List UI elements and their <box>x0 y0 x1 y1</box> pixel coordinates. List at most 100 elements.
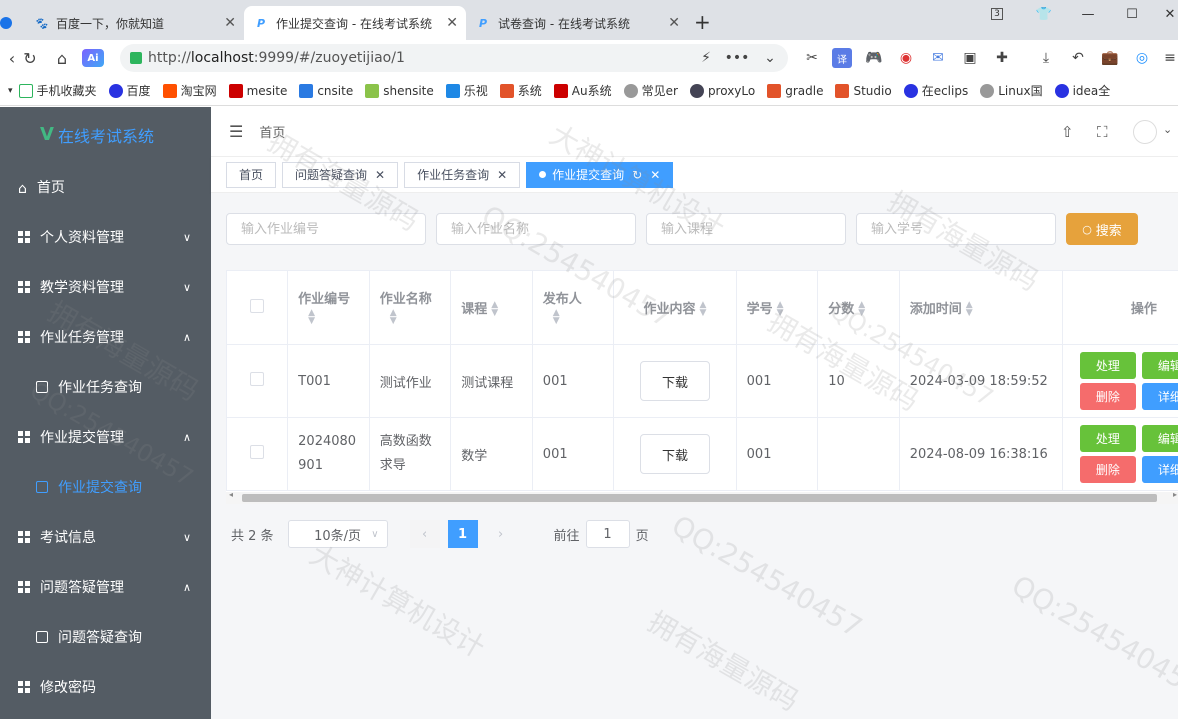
close-icon[interactable]: ✕ <box>497 168 507 182</box>
browser-tab-baidu[interactable]: 🐾 百度一下，你就知道 ✕ <box>24 6 244 40</box>
sidebar-item-qa[interactable]: 问题答疑管理 ∧ <box>0 562 211 612</box>
column-header[interactable]: 发布人 ▲ ▼ <box>531 270 615 345</box>
column-header[interactable]: 分数 ▲ ▼ <box>817 270 900 345</box>
bookmark-item[interactable]: 乐视 <box>445 82 488 99</box>
tag-qa-query[interactable]: 问题答疑查询 ✕ <box>282 161 399 188</box>
row-checkbox[interactable] <box>250 372 265 386</box>
page-size-select[interactable]: 10条/页 ∨ <box>287 520 388 548</box>
bookmark-item[interactable]: mesite <box>228 83 287 98</box>
download-button[interactable]: 下载 <box>640 434 710 474</box>
weibo-icon[interactable]: ◉ <box>896 48 916 68</box>
screenshot-icon[interactable]: ▣ <box>960 48 980 68</box>
download-button[interactable]: 下载 <box>640 361 710 401</box>
bookmark-item[interactable]: 系统 <box>499 82 542 99</box>
sidebar-item-teaching[interactable]: 教学资料管理 ∨ <box>0 262 211 312</box>
homework-name-input[interactable] <box>436 213 636 245</box>
close-icon[interactable]: ✕ <box>375 168 385 182</box>
sidebar-item-homework-task[interactable]: 作业任务管理 ∧ <box>0 312 211 362</box>
bookmark-item[interactable]: 百度 <box>108 82 151 99</box>
tag-home[interactable]: 首页 <box>226 161 277 188</box>
handle-button[interactable]: 处理 <box>1079 425 1136 452</box>
back-arrow-icon[interactable]: ‹ <box>2 48 22 68</box>
browser-tab-homework-submit[interactable]: P 作业提交查询 - 在线考试系统 ✕ <box>244 6 466 40</box>
bookmark-item[interactable]: 手机收藏夹 <box>18 82 97 99</box>
hamburger-icon[interactable]: ☰ <box>229 122 243 141</box>
bookmark-item[interactable]: Au系统 <box>553 82 612 99</box>
sidebar-item-exam-info[interactable]: 考试信息 ∨ <box>0 512 211 562</box>
scissors-icon[interactable]: ✂ <box>802 48 822 68</box>
extensions-puzzle-icon[interactable]: ✚ <box>992 48 1012 68</box>
close-tab-icon[interactable]: ✕ <box>668 15 680 31</box>
goto-page-input[interactable]: 1 <box>585 520 630 548</box>
tag-submit-query[interactable]: 作业提交查询 ↻ ✕ <box>526 161 674 188</box>
search-button[interactable]: ○ 搜索 <box>1066 213 1138 245</box>
handle-button[interactable]: 处理 <box>1079 352 1136 379</box>
sidebar-item-homework-submit[interactable]: 作业提交管理 ∧ <box>0 412 211 462</box>
column-header[interactable]: 课程 ▲ ▼ <box>450 270 533 345</box>
bookmark-item[interactable]: Studio <box>835 83 892 98</box>
sort-icon[interactable]: ▲ ▼ <box>700 301 707 318</box>
maximize-icon[interactable]: ☐ <box>1112 0 1152 28</box>
scroll-left-icon[interactable]: ◂ <box>229 490 233 499</box>
delete-button[interactable]: 删除 <box>1079 383 1136 410</box>
bookmark-dropdown-icon[interactable]: ▾ <box>8 86 13 96</box>
close-tab-icon[interactable]: ✕ <box>224 15 236 31</box>
sort-icon[interactable]: ▲ ▼ <box>298 308 359 325</box>
detail-button[interactable]: 详细 <box>1141 383 1178 410</box>
close-icon[interactable]: ✕ <box>650 168 660 182</box>
bookmark-item[interactable]: 在eclips <box>903 82 968 99</box>
sidebar-item-change-password[interactable]: 修改密码 <box>0 662 211 712</box>
close-window-icon[interactable]: ✕ <box>1150 0 1178 28</box>
next-page-button[interactable]: › <box>486 520 516 548</box>
download-icon[interactable]: ⤓ <box>1036 48 1056 68</box>
sort-icon[interactable]: ▲ ▼ <box>966 301 973 318</box>
bookmark-item[interactable]: shensite <box>365 83 434 98</box>
more-dots-icon[interactable]: ••• <box>725 48 750 68</box>
student-id-input[interactable] <box>856 213 1056 245</box>
scroll-right-icon[interactable]: ▸ <box>1173 490 1177 499</box>
game-icon[interactable]: 🎮 <box>864 48 884 68</box>
bookmark-item[interactable]: cnsite <box>299 83 353 98</box>
sidebar-item-home[interactable]: ⌂ 首页 <box>0 162 211 212</box>
course-input[interactable] <box>646 213 846 245</box>
edit-button[interactable]: 编辑 <box>1141 352 1178 379</box>
tab-count-badge[interactable]: 3 <box>982 0 1012 28</box>
delete-button[interactable]: 删除 <box>1079 456 1136 483</box>
sort-icon[interactable]: ▲ ▼ <box>543 308 604 325</box>
chevron-down-icon[interactable]: ⌄ <box>1163 123 1172 136</box>
horizontal-scrollbar[interactable]: ◂ ▸ <box>226 490 1178 504</box>
sidebar-item-homework-task-query[interactable]: 作业任务查询 <box>0 362 211 412</box>
column-header[interactable]: 学号 ▲ ▼ <box>735 270 819 345</box>
skin-icon[interactable]: ⇧ <box>1061 123 1074 141</box>
sort-icon[interactable]: ▲ ▼ <box>777 301 784 318</box>
bookmark-item[interactable]: idea全 <box>1054 82 1110 99</box>
row-checkbox[interactable] <box>250 445 265 459</box>
lightning-icon[interactable]: ⚡ <box>696 48 716 68</box>
sort-icon[interactable]: ▲ ▼ <box>491 301 498 318</box>
fullscreen-icon[interactable]: ⛶ <box>1097 123 1108 141</box>
scrollbar-thumb[interactable] <box>242 494 1157 502</box>
home-icon[interactable]: ⌂ <box>52 48 72 68</box>
tshirt-icon[interactable]: 👕 <box>1024 0 1064 28</box>
select-all-checkbox[interactable] <box>250 298 265 313</box>
reload-icon[interactable]: ↻ <box>20 48 40 68</box>
edge-browser-icon[interactable]: ◎ <box>1132 48 1152 68</box>
edit-button[interactable]: 编辑 <box>1141 425 1178 452</box>
prev-page-button[interactable]: ‹ <box>409 520 440 548</box>
refresh-icon[interactable]: ↻ <box>632 168 642 182</box>
breadcrumb[interactable]: 首页 <box>259 122 285 141</box>
homework-code-input[interactable] <box>226 213 426 245</box>
briefcase-icon[interactable]: 💼 <box>1100 48 1120 68</box>
mail-icon[interactable]: ✉ <box>928 48 948 68</box>
page-number-current[interactable]: 1 <box>447 520 478 548</box>
bookmark-item[interactable]: 淘宝网 <box>162 82 217 99</box>
sort-icon[interactable]: ▲ ▼ <box>858 301 865 318</box>
column-header[interactable]: 添加时间 ▲ ▼ <box>898 270 1063 345</box>
chevron-down-icon[interactable]: ⌄ <box>760 48 780 68</box>
minimize-icon[interactable]: — <box>1068 0 1108 28</box>
undo-icon[interactable]: ↶ <box>1068 48 1088 68</box>
translate-icon[interactable]: 译 <box>832 48 852 68</box>
bookmark-item[interactable]: 常见er <box>623 82 678 99</box>
ai-icon[interactable]: Ai <box>82 49 104 67</box>
sidebar-item-profile[interactable]: 个人资料管理 ∨ <box>0 212 211 262</box>
